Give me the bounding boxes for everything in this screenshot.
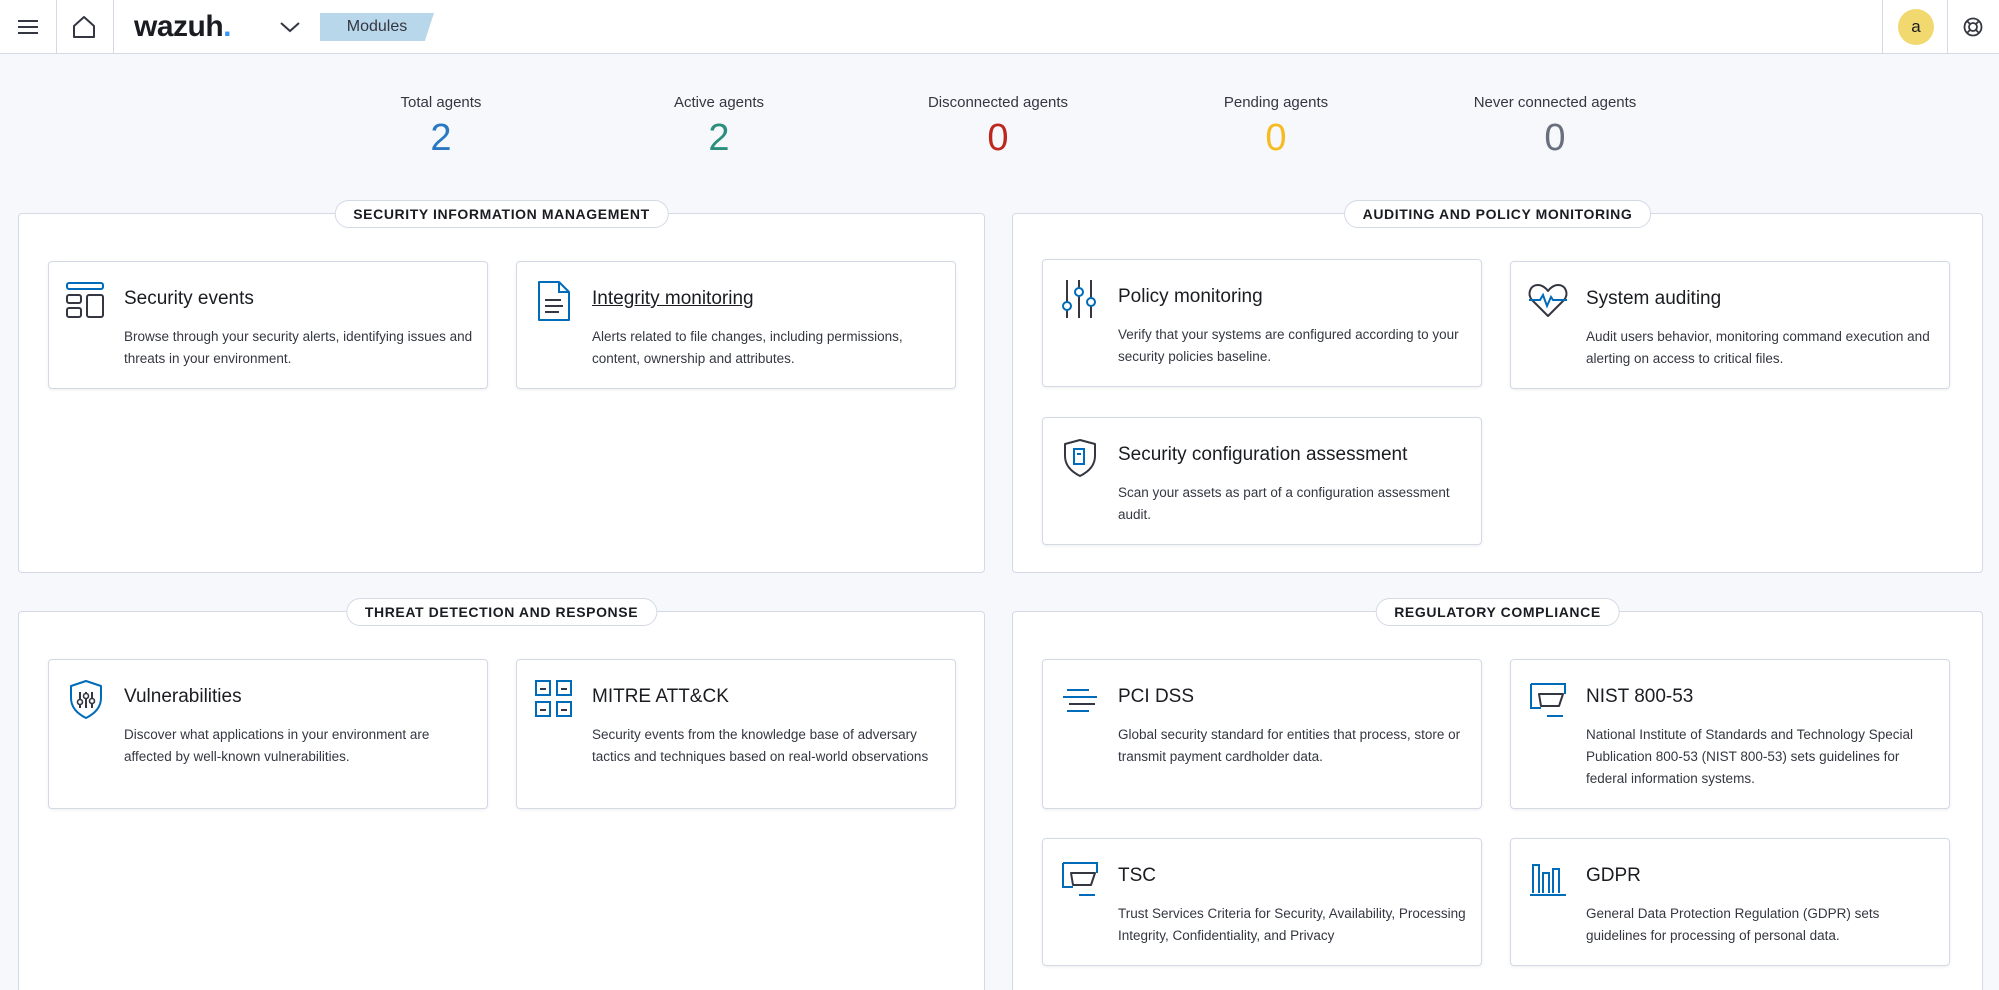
stat-label: Total agents (400, 94, 482, 111)
grid-icon (533, 678, 575, 720)
card-title: PCI DSS (1118, 686, 1195, 707)
card-policy-monitoring[interactable]: Policy monitoring Verify that your syste… (1042, 259, 1482, 387)
stat-label: Active agents (673, 94, 765, 111)
panel-regulatory-compliance: REGULATORY COMPLIANCE PCI DSS Global sec… (1012, 598, 1983, 990)
stat-disconnected-agents[interactable]: Disconnected agents 0 (888, 94, 1108, 160)
user-menu[interactable]: a (1893, 0, 1939, 54)
stat-label: Disconnected agents (927, 94, 1069, 111)
document-icon (533, 280, 575, 322)
stat-value[interactable]: 0 (1445, 117, 1665, 160)
card-integrity-monitoring[interactable]: Integrity monitoring Alerts related to f… (516, 261, 956, 389)
chevron-down-icon[interactable] (274, 0, 306, 54)
stat-value[interactable]: 2 (331, 117, 551, 160)
card-gdpr[interactable]: GDPR General Data Protection Regulation … (1510, 838, 1950, 966)
card-nist-800-53[interactable]: NIST 800-53 National Institute of Standa… (1510, 659, 1950, 809)
card-description: Alerts related to file changes, includin… (592, 329, 903, 366)
wazuh-logo[interactable]: wazuh. (134, 0, 258, 54)
card-title: MITRE ATT&CK (592, 686, 729, 707)
help-icon[interactable] (1953, 0, 1993, 54)
lines-icon (1059, 678, 1101, 720)
card-description: Discover what applications in your envir… (124, 727, 430, 764)
card-pci-dss[interactable]: PCI DSS Global security standard for ent… (1042, 659, 1482, 809)
card-title: NIST 800-53 (1586, 686, 1694, 707)
panel-threat-detection-response: THREAT DETECTION AND RESPONSE Vulnerabil… (18, 598, 985, 990)
card-title: Security configuration assessment (1118, 444, 1408, 465)
panel-security-information-management: SECURITY INFORMATION MANAGEMENT Security… (18, 200, 985, 573)
stat-total-agents[interactable]: Total agents 2 (331, 94, 551, 160)
card-security-configuration-assessment[interactable]: Security configuration assessment Scan y… (1042, 417, 1482, 545)
stat-value[interactable]: 0 (1166, 117, 1386, 160)
monitor-icon (1527, 678, 1569, 720)
card-description: General Data Protection Regulation (GDPR… (1586, 906, 1880, 943)
monitor-icon (1059, 857, 1101, 899)
card-title: Policy monitoring (1118, 286, 1263, 307)
card-mitre-attack[interactable]: MITRE ATT&CK Security events from the kn… (516, 659, 956, 809)
card-system-auditing[interactable]: System auditing Audit users behavior, mo… (1510, 261, 1950, 389)
card-description: Security events from the knowledge base … (592, 727, 929, 764)
card-description: Global security standard for entities th… (1118, 727, 1461, 764)
card-description: Trust Services Criteria for Security, Av… (1118, 906, 1466, 943)
card-description: National Institute of Standards and Tech… (1586, 727, 1913, 786)
card-description: Browse through your security alerts, ide… (124, 329, 473, 366)
stat-label: Never connected agents (1473, 94, 1637, 111)
heartbeat-icon (1527, 280, 1569, 322)
columns-icon (1527, 857, 1569, 899)
stat-never-connected-agents[interactable]: Never connected agents 0 (1445, 94, 1665, 160)
card-description: Scan your assets as part of a configurat… (1118, 485, 1450, 522)
card-title: Vulnerabilities (124, 686, 242, 707)
logo-text: wazuh (134, 10, 224, 43)
card-title: System auditing (1586, 288, 1722, 309)
stat-value[interactable]: 2 (609, 117, 829, 160)
card-title: Security events (124, 288, 254, 309)
breadcrumb-modules[interactable]: Modules (320, 13, 434, 41)
shield-document-icon (1059, 436, 1101, 478)
panel-title: THREAT DETECTION AND RESPONSE (345, 598, 658, 626)
card-description: Verify that your systems are configured … (1118, 327, 1459, 364)
card-security-events[interactable]: Security events Browse through your secu… (48, 261, 488, 389)
panel-auditing-policy-monitoring: AUDITING AND POLICY MONITORING Policy mo… (1012, 200, 1983, 573)
card-tsc[interactable]: TSC Trust Services Criteria for Security… (1042, 838, 1482, 966)
avatar[interactable]: a (1898, 9, 1934, 45)
stat-value[interactable]: 0 (888, 117, 1108, 160)
menu-icon[interactable] (8, 0, 48, 54)
card-title: TSC (1118, 865, 1156, 886)
card-title[interactable]: Integrity monitoring (592, 288, 754, 310)
logo-dot: . (223, 10, 232, 43)
card-vulnerabilities[interactable]: Vulnerabilities Discover what applicatio… (48, 659, 488, 809)
stat-pending-agents[interactable]: Pending agents 0 (1166, 94, 1386, 160)
sliders-icon (1059, 278, 1101, 320)
card-description: Audit users behavior, monitoring command… (1586, 329, 1930, 366)
top-bar: wazuh. Modules a (0, 0, 1999, 54)
home-icon[interactable] (62, 0, 106, 54)
panel-title: AUDITING AND POLICY MONITORING (1343, 200, 1652, 228)
panel-title: REGULATORY COMPLIANCE (1375, 598, 1620, 626)
shield-bug-icon (65, 678, 107, 720)
stat-active-agents[interactable]: Active agents 2 (609, 94, 829, 160)
dashboard-layout-icon (65, 280, 107, 322)
panel-title: SECURITY INFORMATION MANAGEMENT (334, 200, 669, 228)
stat-label: Pending agents (1223, 94, 1329, 111)
card-title: GDPR (1586, 865, 1641, 886)
